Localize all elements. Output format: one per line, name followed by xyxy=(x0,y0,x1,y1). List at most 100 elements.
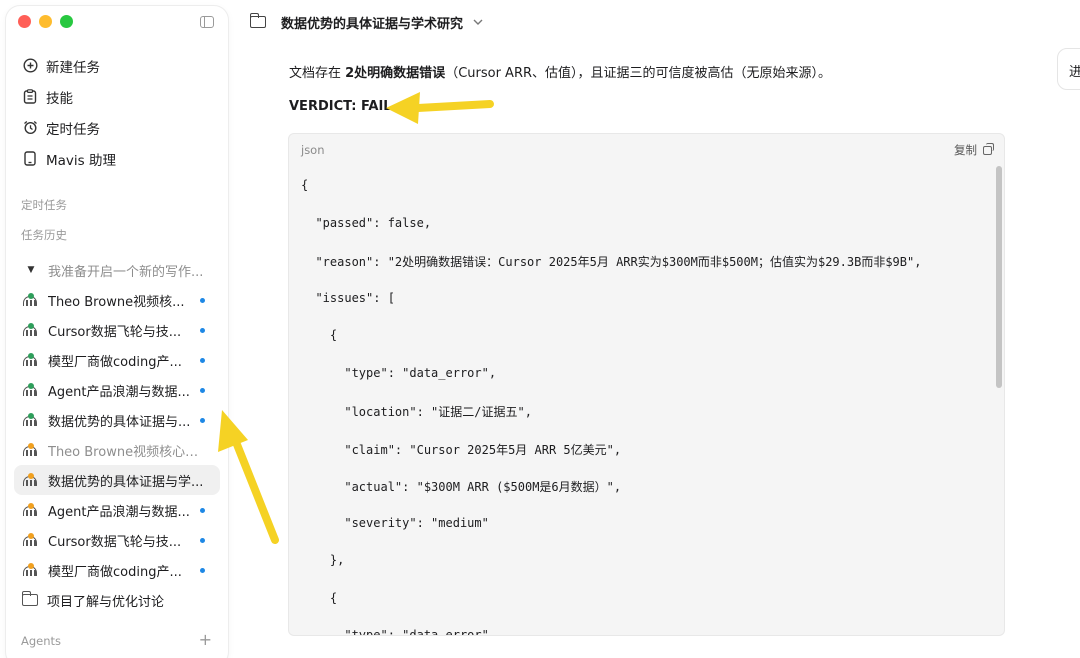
history-item[interactable]: Cursor数据飞轮与技... xyxy=(14,315,220,345)
task-icon xyxy=(22,532,40,548)
code-line: "claim": "Cursor 2025年5月 ARR 5亿美元", xyxy=(301,442,622,457)
assistant-message: 文档存在 2处明确数据错误（Cursor ARR、估值），且证据三的可信度被高估… xyxy=(289,62,831,81)
code-scrollbar[interactable] xyxy=(996,166,1002,388)
history-item-active[interactable]: 数据优势的具体证据与学... xyxy=(14,465,220,495)
clipboard-icon xyxy=(22,89,38,105)
folder-icon xyxy=(21,591,38,606)
sidebar-nav: 新建任务 技能 定时任务 Mavis 助理 xyxy=(6,50,228,174)
arrow-to-verdict xyxy=(386,92,494,124)
task-icon xyxy=(22,412,40,428)
code-line: "issues": [ xyxy=(301,290,395,305)
copy-button[interactable]: 复制 xyxy=(954,142,994,158)
history-item[interactable]: Agent产品浪潮与数据... xyxy=(14,495,220,525)
task-icon xyxy=(22,472,40,488)
code-line: "type": "data_error", xyxy=(301,628,497,636)
code-line: { xyxy=(301,178,309,192)
message-prefix: 文档存在 xyxy=(289,66,346,81)
window-controls xyxy=(18,15,73,28)
header: 数据优势的具体证据与学术研究 xyxy=(249,10,483,34)
history-item-label: Theo Browne视频核心论... xyxy=(48,444,208,460)
message-suffix: （Cursor ARR、估值），且证据三的可信度被高估（无原始来源）。 xyxy=(445,66,832,81)
history-item[interactable]: 模型厂商做coding产... xyxy=(14,555,220,585)
unread-indicator xyxy=(200,388,205,393)
minimize-window-button[interactable] xyxy=(39,15,52,28)
nav-scheduled-tasks[interactable]: 定时任务 xyxy=(6,112,228,143)
page-title[interactable]: 数据优势的具体证据与学术研究 xyxy=(281,13,463,32)
agents-section-label: Agents xyxy=(21,634,62,648)
history-item-label: 数据优势的具体证据与... xyxy=(48,414,191,430)
maximize-window-button[interactable] xyxy=(60,15,73,28)
history-item[interactable]: Theo Browne视频核... xyxy=(14,285,220,315)
history-item-label: Agent产品浪潮与数据... xyxy=(48,384,190,400)
unread-indicator xyxy=(200,538,205,543)
history-item-label: 模型厂商做coding产... xyxy=(48,564,182,580)
history-item[interactable]: Theo Browne视频核心论... xyxy=(14,435,220,465)
history-item-label: Cursor数据飞轮与技... xyxy=(48,534,182,550)
sidebar: 新建任务 技能 定时任务 Mavis 助理 定时任务 任务历史 ▼ 我准备开启一… xyxy=(6,6,228,658)
history-item-label: Theo Browne视频核... xyxy=(48,294,185,310)
sidebar-toggle-icon[interactable] xyxy=(200,16,214,28)
nav-new-task[interactable]: 新建任务 xyxy=(6,50,228,81)
history-section-label: 任务历史 xyxy=(21,228,67,242)
task-history-list: ▼ 我准备开启一个新的写作... Theo Browne视频核... Curso… xyxy=(6,255,228,615)
nav-label: 技能 xyxy=(46,90,73,107)
agents-section: Agents + xyxy=(21,632,212,649)
code-line: "actual": "$300M ARR ($500M是6月数据）", xyxy=(301,480,622,494)
copy-icon xyxy=(983,142,994,155)
plus-circle-icon xyxy=(22,58,38,74)
history-item[interactable]: 数据优势的具体证据与... xyxy=(14,405,220,435)
code-line: "location": "证据二/证据五", xyxy=(301,405,532,419)
history-item-label: Cursor数据飞轮与技... xyxy=(48,324,182,340)
history-item[interactable]: Agent产品浪潮与数据... xyxy=(14,375,220,405)
nav-label: 新建任务 xyxy=(46,59,100,76)
unread-indicator xyxy=(200,508,205,513)
unread-indicator xyxy=(200,328,205,333)
code-header: json 复制 xyxy=(289,134,1004,166)
history-item[interactable]: 模型厂商做coding产... xyxy=(14,345,220,375)
history-item-label: Agent产品浪潮与数据... xyxy=(48,504,190,520)
history-item-label: 数据优势的具体证据与学... xyxy=(48,474,204,490)
history-item-folder[interactable]: 项目了解与优化讨论 xyxy=(14,585,220,615)
phone-icon xyxy=(22,151,38,167)
chevron-down-icon[interactable] xyxy=(473,17,483,28)
right-panel-tab[interactable]: 进 xyxy=(1057,48,1080,90)
verdict-text: VERDICT: FAIL xyxy=(289,99,392,114)
task-icon xyxy=(22,382,40,398)
nav-label: 定时任务 xyxy=(46,121,100,138)
history-item-label: 项目了解与优化讨论 xyxy=(47,594,165,610)
task-icon xyxy=(22,562,40,578)
code-block: json 复制 { "passed": false, "reason": "2处… xyxy=(288,133,1005,636)
unread-indicator xyxy=(200,418,205,423)
code-line: { xyxy=(301,328,338,342)
task-icon xyxy=(22,442,40,458)
nav-skills[interactable]: 技能 xyxy=(6,81,228,112)
task-icon xyxy=(22,292,40,308)
code-line: { xyxy=(301,590,338,605)
history-item-collapsed[interactable]: ▼ 我准备开启一个新的写作... xyxy=(14,255,220,285)
code-line: "passed": false, xyxy=(301,215,432,230)
history-item-label: 模型厂商做coding产... xyxy=(48,354,182,370)
caret-down-icon[interactable]: ▼ xyxy=(22,265,40,275)
task-icon xyxy=(22,352,40,368)
add-agent-button[interactable]: + xyxy=(199,632,212,648)
scheduled-section-label: 定时任务 xyxy=(21,198,67,212)
close-window-button[interactable] xyxy=(18,15,31,28)
history-item-label: 我准备开启一个新的写作... xyxy=(48,264,204,280)
alarm-clock-icon xyxy=(22,120,38,136)
task-icon xyxy=(22,322,40,338)
history-item[interactable]: Cursor数据飞轮与技... xyxy=(14,525,220,555)
code-line: "type": "data_error", xyxy=(301,365,497,380)
folder-icon xyxy=(249,13,266,28)
unread-indicator xyxy=(200,568,205,573)
unread-indicator xyxy=(200,358,205,363)
unread-indicator xyxy=(200,298,205,303)
message-bold: 2处明确数据错误 xyxy=(345,66,446,81)
code-content: { "passed": false, "reason": "2处明确数据错误：C… xyxy=(301,178,921,636)
nav-mavis-assistant[interactable]: Mavis 助理 xyxy=(6,143,228,174)
copy-label: 复制 xyxy=(954,143,977,157)
task-icon xyxy=(22,502,40,518)
nav-label: Mavis 助理 xyxy=(46,152,116,169)
code-line: "severity": "medium" xyxy=(301,515,489,530)
code-language-label: json xyxy=(301,143,325,157)
code-line: }, xyxy=(301,553,345,567)
